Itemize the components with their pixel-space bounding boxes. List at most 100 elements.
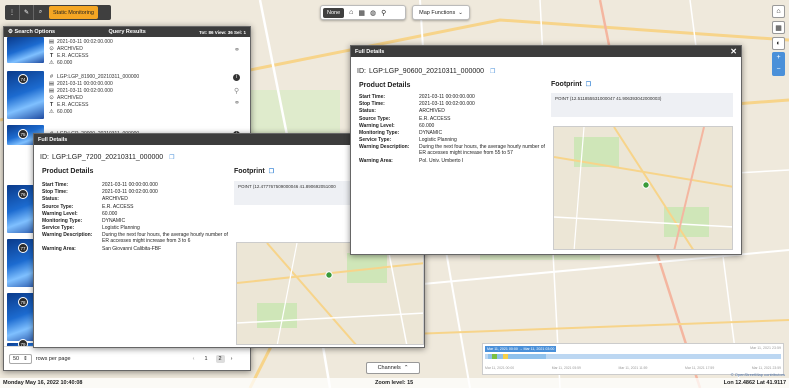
page-1-button[interactable]: 1: [204, 356, 207, 362]
static-monitoring-button[interactable]: Static Monitoring: [49, 6, 98, 19]
timeline-ticks: Mar 11, 2021 00:00 Mar 11, 2021 05:59 Ma…: [485, 366, 781, 370]
page-2-button[interactable]: 2: [215, 354, 225, 363]
warning-icon: ⚠: [49, 109, 54, 115]
close-icon[interactable]: ✕: [730, 47, 737, 56]
detail-field-row: Source Type: E.R. ACCESS: [359, 116, 549, 122]
search-options-label: Search Options: [14, 29, 56, 35]
detail-field-row: Start Time: 2021-03-11 00:00:00.000: [42, 182, 232, 188]
calendar-icon: ▤: [48, 39, 55, 45]
info-icon[interactable]: i: [233, 74, 240, 81]
field-label: Monitoring Type:: [359, 129, 400, 136]
rows-per-page-label: rows per page: [35, 355, 71, 362]
field-label: Warning Level:: [359, 122, 395, 129]
menu-icon[interactable]: ⋮: [5, 5, 19, 20]
channels-label: Channels: [377, 365, 401, 371]
home-icon[interactable]: ⌂: [772, 5, 785, 18]
full-details-header: Full Details ✕: [351, 46, 741, 57]
timeline-panel: Mar 11, 2021 00:00 → Mar 11, 2021 03:00 …: [482, 343, 784, 375]
field-value: 2021-03-11 00:00:00.000: [102, 182, 158, 188]
footprint-wkt: POINT (12.511855531000047 41.90639304200…: [551, 93, 733, 117]
footprint-map[interactable]: [236, 242, 424, 345]
query-results-title: Query Results: [108, 29, 146, 35]
calendar-icon: ▤: [48, 88, 55, 94]
pagination-bar: 50 ⇕ rows per page ‹ 1 2 ›: [4, 346, 250, 370]
detail-field-row: Start Time: 2021-03-11 00:00:00.000: [359, 94, 549, 100]
product-id: LGP:LGP_90600_20210311_000000: [368, 68, 485, 75]
link-icon[interactable]: ⚭: [234, 46, 240, 54]
search-icon[interactable]: ⌕: [33, 5, 47, 20]
product-id-row: ID: LGP:LGP_90600_20210311_000000 ❐: [357, 68, 495, 75]
field-label: Start Time:: [359, 94, 386, 100]
basemap-none-button[interactable]: None: [323, 7, 345, 18]
query-results-header: ⚙ Search Options Query Results Tot: 86 V…: [4, 27, 250, 37]
home-basemap-icon[interactable]: ⌂: [349, 9, 353, 16]
query-stats: Tot: 86 View: 36 Sel: 1: [199, 29, 246, 35]
search-options-button[interactable]: ⚙ Search Options: [8, 29, 55, 35]
item-badge: 77: [18, 243, 28, 253]
field-label: Warning Description:: [359, 144, 410, 151]
copy-icon[interactable]: ❐: [586, 81, 591, 88]
type-icon: T: [49, 53, 54, 59]
grid-basemap-icon[interactable]: ▦: [358, 9, 365, 17]
field-value: During the next four hours, the average …: [419, 144, 545, 157]
detail-field-row: Source Type: E.R. ACCESS: [42, 204, 232, 210]
zoom-out-button[interactable]: −: [772, 64, 785, 76]
field-label: Warning Area:: [42, 245, 76, 252]
timeline-event-marker[interactable]: [503, 354, 508, 359]
copy-icon[interactable]: ❐: [269, 168, 274, 175]
pin-icon[interactable]: ⚲: [234, 87, 239, 95]
field-value: ARCHIVED: [102, 196, 128, 203]
footprint-map[interactable]: [553, 126, 733, 250]
main-toolbar: ⋮ ✎ ⌕ Static Monitoring: [5, 5, 111, 20]
status-icon: ⊙: [49, 46, 54, 52]
rows-per-page-select[interactable]: 50 ⇕: [9, 353, 32, 364]
field-value: During the next four hours, the average …: [102, 232, 228, 245]
detail-field-row: Stop Time: 2021-03-11 00:02:00.000: [359, 101, 549, 107]
stepper-icon: ⇕: [23, 355, 28, 362]
product-details-title: Product Details: [359, 82, 411, 89]
thumbnail-image: [7, 37, 44, 63]
next-page-button[interactable]: ›: [231, 356, 233, 362]
globe-basemap-icon[interactable]: ◍: [370, 9, 376, 17]
footprint-map-streets: [237, 243, 423, 344]
zoom-in-button[interactable]: +: [772, 52, 785, 64]
channels-button[interactable]: Channels ⌃: [366, 362, 420, 374]
timeline-event-marker[interactable]: [492, 354, 497, 359]
grid-view-icon[interactable]: ▦: [772, 21, 785, 34]
field-value: DYNAMIC: [102, 217, 126, 224]
item-badge: 76: [18, 189, 28, 199]
detail-field-row: Warning Description: During the next four…: [359, 144, 549, 156]
field-value: 2021-03-11 00:00:00.000: [419, 94, 475, 100]
field-value: 2021-03-11 00:02:00.000: [102, 189, 158, 196]
rows-per-page-value: 50: [13, 355, 20, 362]
field-label: Warning Area:: [359, 157, 393, 164]
copy-icon[interactable]: ❐: [490, 68, 495, 75]
timeline-track[interactable]: [485, 354, 781, 359]
copy-icon[interactable]: ❐: [169, 154, 174, 161]
chevron-down-icon: ⌄: [458, 9, 463, 16]
field-label: Stop Time:: [359, 101, 385, 108]
zoom-readout: Zoom level: 15: [375, 380, 414, 386]
detail-field-row: Warning Description: During the next four…: [42, 232, 232, 244]
prev-page-button[interactable]: ‹: [193, 356, 195, 362]
pin-basemap-icon[interactable]: ⚲: [381, 9, 386, 17]
link-icon[interactable]: ⚭: [234, 99, 240, 107]
level-row: ⚠ 60.000: [49, 60, 73, 66]
map-functions-button[interactable]: Map Functions ⌄: [412, 5, 470, 20]
full-details-title: Full Details: [355, 48, 385, 55]
field-value: Logistic Planning: [419, 137, 457, 144]
field-label: Source Type:: [42, 203, 74, 210]
warning-icon: ⚠: [49, 60, 54, 66]
field-label: Monitoring Type:: [42, 217, 83, 224]
layers-edit-icon[interactable]: ✎: [19, 5, 33, 20]
footprint-title-row: Footprint ❐: [234, 168, 274, 175]
map-functions-label: Map Functions: [419, 9, 456, 16]
field-label: Warning Level:: [42, 210, 78, 217]
globe-icon[interactable]: ◐: [772, 37, 785, 50]
start-date-row: ▤ 2021-03-11 00:00:00.000: [48, 81, 113, 87]
map-attribution: © OpenStreetMap contributors: [730, 372, 785, 377]
field-label: Status:: [42, 196, 59, 203]
timeline-end-label: Mar 11, 2021 23:59: [750, 346, 781, 350]
detail-field-row: Status: ARCHIVED: [42, 196, 232, 202]
stop-date-row: ▤ 2021-03-11 00:02:00.000: [48, 88, 113, 94]
